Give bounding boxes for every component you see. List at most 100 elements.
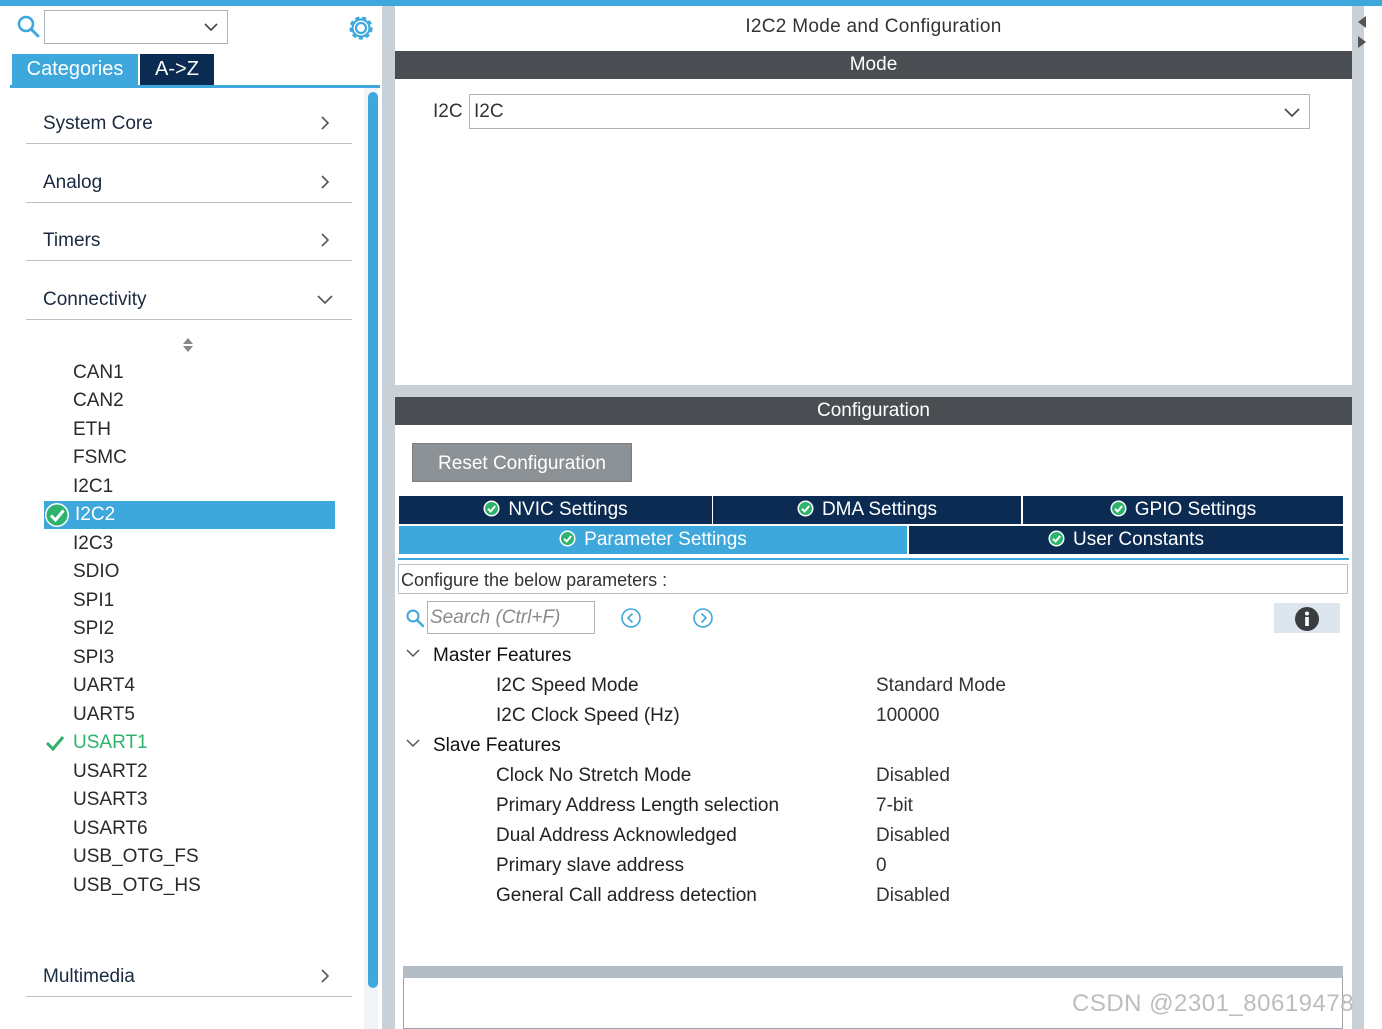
nav-prev-icon[interactable] [620,607,642,629]
nav-next-icon[interactable] [692,607,714,629]
category-system-core[interactable]: System Core [26,103,352,144]
param-value[interactable]: 0 [876,855,887,877]
tab-gpio-settings[interactable]: GPIO Settings [1023,496,1343,524]
param-value[interactable]: Standard Mode [876,675,1006,697]
tab-user-constants[interactable]: User Constants [909,526,1343,554]
tab-label: GPIO Settings [1134,499,1257,520]
tab-label: Parameter Settings [584,529,747,550]
mode-select-value: I2C [474,101,504,122]
page-title: I2C2 Mode and Configuration [745,16,1002,37]
search-combo[interactable] [44,10,228,44]
tabs-underline [398,558,1349,560]
param-name: I2C Clock Speed (Hz) [496,705,680,726]
list-item-usart1[interactable]: USART1 [73,730,148,756]
chevron-right-icon [321,969,330,983]
chevron-down-icon [406,739,420,748]
chevron-down-icon [406,649,420,658]
reset-configuration-button[interactable]: Reset Configuration [412,443,632,482]
section-master-features[interactable]: Master Features [405,645,571,667]
right-edge [1352,6,1382,1029]
param-hint: Configure the below parameters : [398,564,1348,594]
param-name: Clock No Stretch Mode [496,765,692,786]
checkmark-icon [45,736,65,752]
list-item-fsmc[interactable]: FSMC [73,445,127,471]
category-label: Connectivity [43,289,147,310]
list-item-usart3[interactable]: USART3 [73,787,148,813]
section-splitter[interactable] [395,385,1352,397]
chevron-down-icon [204,23,218,32]
description-splitter[interactable] [403,966,1343,978]
chevron-down-icon [1284,108,1300,118]
param-value[interactable]: 100000 [876,705,939,727]
tab-a-to-z[interactable]: A->Z [140,54,214,85]
chevron-down-icon [317,295,333,305]
tab-nvic-settings[interactable]: NVIC Settings [399,496,712,524]
panel-splitter[interactable] [382,6,395,1029]
list-item-can1[interactable]: CAN1 [73,360,124,386]
gear-icon[interactable] [346,13,376,43]
category-label: Multimedia [43,966,135,987]
list-item-spi1[interactable]: SPI1 [73,588,114,614]
search-icon [406,609,425,628]
right-splitter[interactable] [1352,6,1364,1029]
list-item-i2c3[interactable]: I2C3 [73,531,113,557]
list-item-usb-otg-fs[interactable]: USB_OTG_FS [73,844,199,870]
list-item-usart2[interactable]: USART2 [73,759,148,785]
list-item-spi2[interactable]: SPI2 [73,616,114,642]
search-icon[interactable] [16,14,40,38]
param-name: Primary Address Length selection [496,795,780,816]
section-slave-features[interactable]: Slave Features [405,735,561,757]
list-item-sdio[interactable]: SDIO [73,559,119,585]
sort-icon[interactable] [180,336,196,354]
category-timers[interactable]: Timers [26,220,352,261]
tab-parameter-settings[interactable]: Parameter Settings [399,526,907,554]
list-item-spi3[interactable]: SPI3 [73,645,114,671]
category-connectivity[interactable]: Connectivity [26,279,352,320]
watermark: CSDN @2301_80619478 [1072,990,1355,1017]
info-button[interactable] [1274,603,1340,633]
param-name: General Call address detection [496,885,757,906]
list-item-uart4[interactable]: UART4 [73,673,135,699]
tab-label: User Constants [1073,529,1204,550]
param-value[interactable]: Disabled [876,825,950,847]
tab-label: NVIC Settings [508,499,628,520]
chevron-right-icon [321,175,330,189]
list-item-i2c1[interactable]: I2C1 [73,474,113,500]
tab-categories[interactable]: Categories [12,54,138,85]
param-value[interactable]: 7-bit [876,795,913,817]
chevron-right-icon [321,116,330,130]
list-item-can2[interactable]: CAN2 [73,388,124,414]
section-title: Slave Features [433,735,561,756]
check-circle-icon [483,500,500,517]
left-scrollbar-thumb[interactable] [368,92,378,988]
list-item-label: I2C2 [75,504,116,525]
param-value[interactable]: Disabled [876,885,950,907]
list-item-uart5[interactable]: UART5 [73,702,135,728]
category-label: System Core [43,113,153,134]
check-circle-icon [559,530,576,547]
check-circle-icon [45,503,69,527]
param-value[interactable]: Disabled [876,765,950,787]
list-item-usb-otg-hs[interactable]: USB_OTG_HS [73,873,201,899]
collapse-arrows-icon[interactable] [1356,14,1368,50]
category-multimedia[interactable]: Multimedia [26,956,352,997]
list-item-eth[interactable]: ETH [73,417,111,443]
param-name: I2C Speed Mode [496,675,639,696]
info-icon [1295,607,1319,631]
param-name: Dual Address Acknowledged [496,825,737,846]
list-item-usart6[interactable]: USART6 [73,816,148,842]
check-circle-icon [1110,500,1127,517]
tabs-underline [10,85,380,88]
mode-select[interactable]: I2C [469,94,1310,129]
check-circle-icon [1048,530,1065,547]
mode-band: Mode [395,51,1352,79]
param-search-input[interactable] [430,603,590,632]
chevron-right-icon [321,233,330,247]
category-label: Timers [43,230,101,251]
tab-dma-settings[interactable]: DMA Settings [713,496,1021,524]
category-label: Analog [43,172,103,193]
list-item-i2c2-selected[interactable]: I2C2 [44,501,335,529]
check-circle-icon [797,500,814,517]
category-analog[interactable]: Analog [26,162,352,203]
param-search-field[interactable] [427,601,595,634]
